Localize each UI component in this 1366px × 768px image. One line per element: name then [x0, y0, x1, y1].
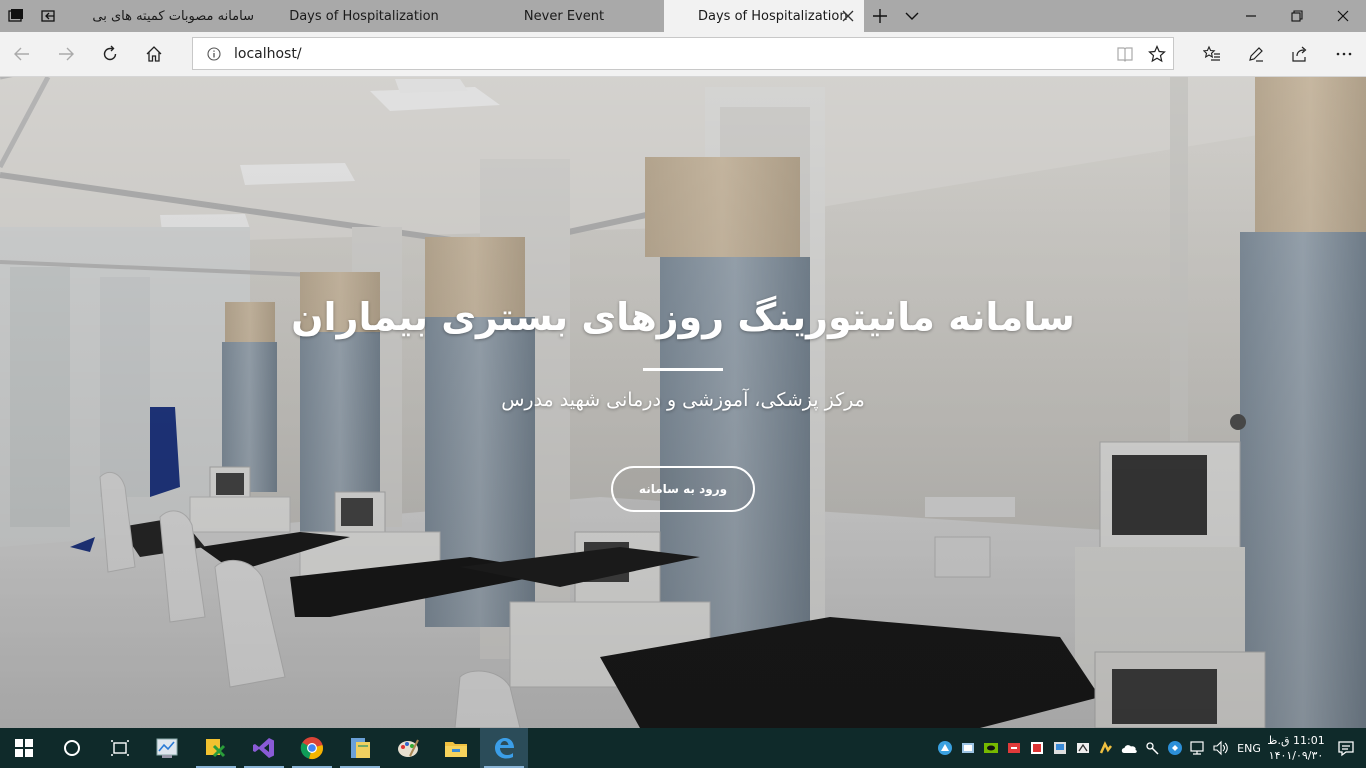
tab-preview-chevron-icon[interactable] [896, 0, 928, 32]
task-manager-app-icon[interactable] [144, 728, 192, 768]
system-tray: ENG 11:01 ق.ظ ۱۴۰۱/۰۹/۳۰ [933, 728, 1366, 768]
tab-bar: سامانه مصوبات کمیته های بی Days of Hospi… [0, 0, 1366, 32]
favorites-hub-icon[interactable] [1190, 32, 1234, 76]
tab-days-of-hospitalization-1[interactable]: Days of Hospitalization [264, 0, 464, 32]
address-bar[interactable]: localhost/ [192, 37, 1174, 70]
tab-committee-approvals[interactable]: سامانه مصوبات کمیته های بی [64, 0, 264, 32]
forward-icon[interactable] [44, 32, 88, 76]
tab-title: سامانه مصوبات کمیته های بی [92, 8, 254, 24]
add-notes-pen-icon[interactable] [1234, 32, 1278, 76]
tab-days-of-hospitalization-active[interactable]: Days of Hospitalization [664, 0, 864, 32]
back-icon[interactable] [0, 32, 44, 76]
share-icon[interactable] [1278, 32, 1322, 76]
nvidia-icon[interactable] [979, 728, 1002, 768]
visual-studio-app-icon[interactable] [240, 728, 288, 768]
login-button[interactable]: ورود به سامانه [611, 466, 755, 512]
file-cabinet-app-icon[interactable] [336, 728, 384, 768]
hero-content: سامانه مانیتورینگ روزهای بستری بیماران م… [0, 77, 1366, 728]
restore-icon[interactable] [1274, 0, 1320, 32]
action-center-icon[interactable] [1326, 728, 1366, 768]
windows-taskbar: ENG 11:01 ق.ظ ۱۴۰۱/۰۹/۳۰ [0, 728, 1366, 768]
cortana-search-icon[interactable] [48, 728, 96, 768]
tray-app-icon-4[interactable] [1025, 728, 1048, 768]
input-language-indicator[interactable]: ENG [1232, 742, 1266, 755]
tray-app-icon-6[interactable] [1071, 728, 1094, 768]
refresh-icon[interactable] [88, 32, 132, 76]
close-tab-icon[interactable] [840, 8, 856, 24]
tray-app-icon-9[interactable] [1163, 728, 1186, 768]
network-tool-app-icon[interactable] [192, 728, 240, 768]
task-view-icon[interactable] [96, 728, 144, 768]
clock[interactable]: 11:01 ق.ظ ۱۴۰۱/۰۹/۳۰ [1266, 733, 1326, 763]
tab-never-event[interactable]: Never Event [464, 0, 664, 32]
network-icon[interactable] [1186, 728, 1209, 768]
file-explorer-app-icon[interactable] [432, 728, 480, 768]
hero-title: سامانه مانیتورینگ روزهای بستری بیماران [291, 295, 1075, 339]
onedrive-cloud-icon[interactable] [1117, 728, 1140, 768]
edge-app-icon[interactable] [480, 728, 528, 768]
clock-time: 11:01 ق.ظ [1267, 734, 1325, 747]
more-options-icon[interactable] [1322, 32, 1366, 76]
tab-title: Days of Hospitalization [289, 8, 439, 24]
url-text: localhost/ [234, 45, 302, 62]
tray-app-icon-5[interactable] [1048, 728, 1071, 768]
site-info-icon[interactable] [206, 46, 222, 62]
home-icon[interactable] [132, 32, 176, 76]
favorite-star-icon[interactable] [1141, 38, 1173, 70]
hero-divider [643, 368, 723, 371]
volume-icon[interactable] [1209, 728, 1232, 768]
paint-app-icon[interactable] [384, 728, 432, 768]
tab-manager-icon[interactable] [0, 0, 32, 32]
tray-app-icon-2[interactable] [956, 728, 979, 768]
tray-app-icon-1[interactable] [933, 728, 956, 768]
tray-app-icon-8[interactable] [1140, 728, 1163, 768]
hero-subtitle: مرکز پزشکی، آموزشی و درمانی شهید مدرس [501, 389, 865, 411]
reading-view-icon[interactable] [1109, 38, 1141, 70]
tray-app-icon-3[interactable] [1002, 728, 1025, 768]
new-tab-icon[interactable] [864, 0, 896, 32]
close-window-icon[interactable] [1320, 0, 1366, 32]
tray-app-icon-7[interactable] [1094, 728, 1117, 768]
chrome-app-icon[interactable] [288, 728, 336, 768]
tab-title: Days of Hospitalization [698, 8, 848, 24]
minimize-icon[interactable] [1228, 0, 1274, 32]
clock-date: ۱۴۰۱/۰۹/۳۰ [1268, 749, 1324, 762]
set-tabs-aside-icon[interactable] [32, 0, 64, 32]
tab-title: Never Event [523, 8, 605, 24]
hero-section: سامانه مانیتورینگ روزهای بستری بیماران م… [0, 77, 1366, 728]
start-windows-icon[interactable] [0, 728, 48, 768]
navigation-bar: localhost/ [0, 32, 1366, 77]
